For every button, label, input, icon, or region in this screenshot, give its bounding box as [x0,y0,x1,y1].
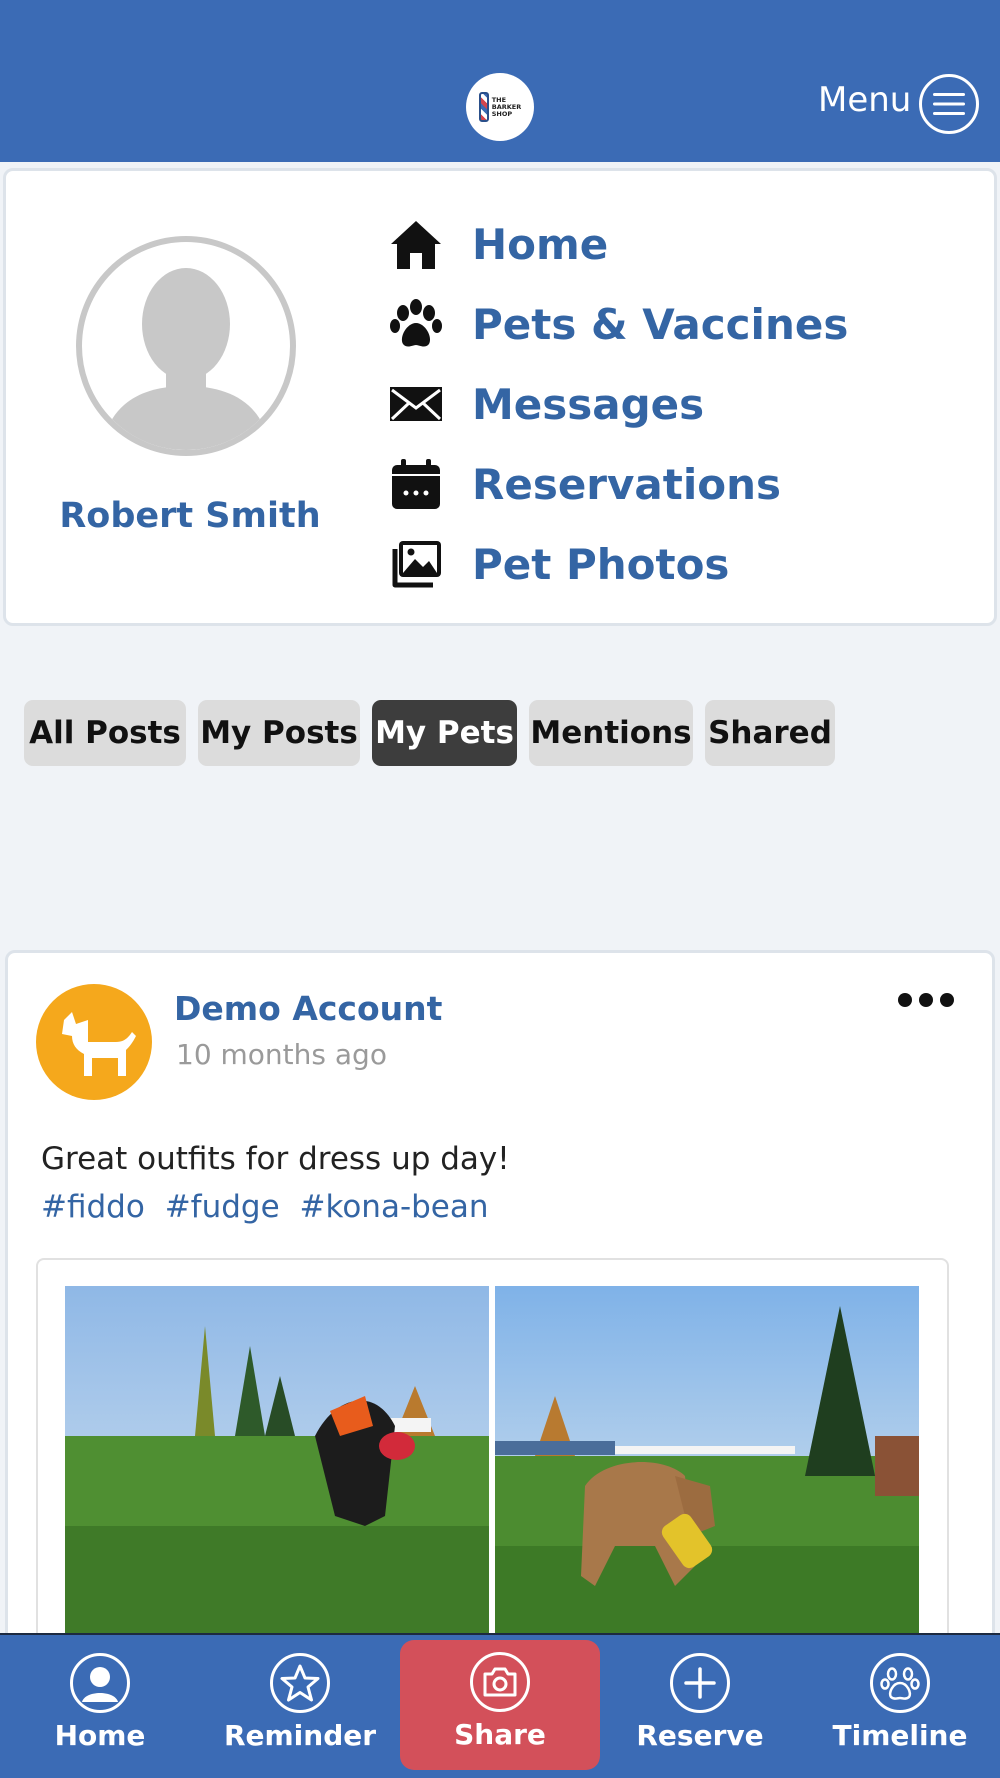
user-circle-icon [70,1653,130,1713]
bottom-nav-label: Reminder [223,1719,377,1752]
camera-icon [470,1652,530,1712]
menu-button[interactable] [919,74,979,134]
profile-name[interactable]: Robert Smith [40,496,340,536]
plus-icon [670,1653,730,1713]
default-user-icon [102,268,270,450]
nav-label: Home [472,219,609,269]
bottom-nav-label: Reserve [636,1719,764,1752]
menu-label[interactable]: Menu [818,80,911,120]
hashtag-link[interactable]: #fudge [165,1189,280,1225]
nav-label: Pets & Vaccines [472,299,849,349]
nav-item-home[interactable]: Home [386,209,608,279]
profile-avatar[interactable] [76,236,296,456]
house-icon [386,214,446,274]
bottom-nav-share[interactable]: Share [400,1640,600,1770]
hashtag-link[interactable]: #kona-bean [300,1189,489,1225]
more-dot [919,993,933,1007]
dog-icon [62,1012,136,1076]
post-text: Great outfits for dress up day! [41,1141,510,1177]
bottom-nav-label: Timeline [832,1719,968,1752]
nav-item-pets-vaccines[interactable]: Pets & Vaccines [386,289,848,359]
more-dot [940,993,954,1007]
photos-icon [386,534,446,594]
post-photo[interactable] [495,1286,919,1642]
bottom-nav-label: Home [54,1719,146,1752]
barker-shop-logo[interactable]: THE BARKER SHOP [466,73,534,141]
nav-item-pet-photos[interactable]: Pet Photos [386,529,729,599]
post-timestamp: 10 months ago [176,1038,387,1071]
star-icon [270,1653,330,1713]
tab-all-posts[interactable]: All Posts [24,700,186,766]
tab-my-pets[interactable]: My Pets [372,700,517,766]
bottom-nav-reminder[interactable]: Reminder [210,1633,390,1778]
calendar-icon [386,454,446,514]
post-options-button[interactable] [896,985,956,1015]
logo-text: THE BARKER SHOP [491,95,522,118]
bottom-nav-home[interactable]: Home [10,1633,190,1778]
hamburger-icon [933,93,965,115]
barber-pole-icon [478,92,489,122]
post-author-avatar[interactable] [36,984,152,1100]
bottom-nav-reserve[interactable]: Reserve [610,1633,790,1778]
nav-item-messages[interactable]: Messages [386,369,704,439]
tab-my-posts[interactable]: My Posts [198,700,360,766]
hashtag-link[interactable]: #fiddo [41,1189,145,1225]
envelope-icon [386,374,446,434]
bottom-nav-label: Share [454,1718,546,1751]
nav-label: Pet Photos [472,539,730,589]
tab-mentions[interactable]: Mentions [529,700,693,766]
post-photo[interactable] [65,1286,489,1642]
bottom-nav-timeline[interactable]: Timeline [810,1633,990,1778]
nav-label: Messages [472,379,705,429]
tab-shared[interactable]: Shared [705,700,835,766]
nav-item-reservations[interactable]: Reservations [386,449,781,519]
more-dots-icon [898,993,912,1007]
paw-icon [870,1653,930,1713]
nav-label: Reservations [472,459,781,509]
post-hashtags: #fiddo #fudge #kona-bean [41,1189,499,1225]
post-author-name[interactable]: Demo Account [174,989,442,1028]
paw-icon [386,294,446,354]
